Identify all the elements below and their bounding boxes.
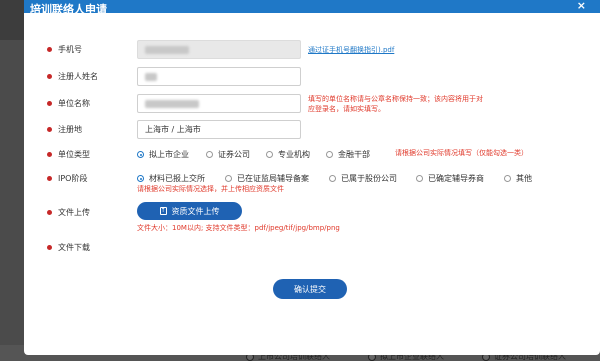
ipo-stage-option[interactable]: 材料已报上交所 [137,173,205,184]
radio-icon [416,175,423,182]
masked-company-value [145,99,199,108]
radio-checked-icon [137,151,144,158]
required-icon [47,152,52,157]
application-form: 手机号 通过证手机号翻换指引).pdf 注册人姓名 单位名称 填写的单位名称请与… [24,13,600,355]
ipo-stage-label: IPO阶段 [58,174,88,183]
company-hint: 填写的单位名称请与公章名称保持一致；该内容将用于对应登录名，请如实填写。 [308,95,483,113]
company-type-label: 单位类型 [58,150,90,159]
radio-checked-icon [137,175,144,182]
company-type-option[interactable]: 拟上市企业 [137,149,189,160]
required-icon [47,210,52,215]
phone-label: 手机号 [58,45,82,54]
required-icon [47,47,52,52]
company-label: 单位名称 [58,99,90,108]
submit-button[interactable]: 确认提交 [273,279,347,299]
company-field[interactable] [137,94,301,113]
company-type-option[interactable]: 金融干部 [326,149,370,160]
radio-icon [225,175,232,182]
required-icon [47,74,52,79]
ipo-stage-radio-group: 材料已报上交所 已在证监局辅导备案 已属于股份公司 已确定辅导券商 其他 [137,173,532,184]
ipo-stage-option[interactable]: 已在证监局辅导备案 [225,173,309,184]
file-upload-hint: 文件大小：10M以内; 支持文件类型：pdf/jpeg/tif/jpg/bmp/… [137,224,340,232]
close-icon[interactable]: × [577,0,586,12]
name-label: 注册人姓名 [58,72,98,81]
upload-qualification-button[interactable]: ↑ 资质文件上传 [137,202,242,220]
phone-change-guide-link[interactable]: 通过证手机号翻换指引).pdf [308,45,394,55]
name-field[interactable] [137,67,301,86]
masked-phone-value [145,45,189,54]
required-icon [47,127,52,132]
company-type-radio-group: 拟上市企业 证券公司 专业机构 金融干部 [137,149,370,160]
company-type-option[interactable]: 专业机构 [266,149,310,160]
company-type-hint: 请根据公司实际情况填写（仅能勾选一类） [395,149,528,157]
masked-name-value [145,72,157,81]
location-select[interactable]: 上海市 / 上海市 [137,120,301,139]
upload-file-icon: ↑ [159,207,167,215]
radio-icon [504,175,511,182]
ipo-stage-option[interactable]: 已属于股份公司 [329,173,397,184]
radio-icon [326,151,333,158]
file-upload-label: 文件上传 [58,208,90,217]
required-icon [47,101,52,106]
file-download-label: 文件下载 [58,243,90,252]
radio-icon [329,175,336,182]
contact-application-modal: 培训联络人申请 × 手机号 通过证手机号翻换指引).pdf 注册人姓名 单位名称 [24,0,600,355]
radio-icon [206,151,213,158]
required-icon [47,245,52,250]
phone-field[interactable] [137,40,301,59]
modal-header: 培训联络人申请 × [24,0,600,15]
ipo-stage-option[interactable]: 其他 [504,173,532,184]
radio-icon [266,151,273,158]
company-type-option[interactable]: 证券公司 [206,149,250,160]
ipo-stage-option[interactable]: 已确定辅导券商 [416,173,484,184]
ipo-stage-hint: 请根据公司实际情况选择，并上传相应资质文件 [137,185,284,193]
required-icon [47,176,52,181]
location-label: 注册地 [58,125,82,134]
